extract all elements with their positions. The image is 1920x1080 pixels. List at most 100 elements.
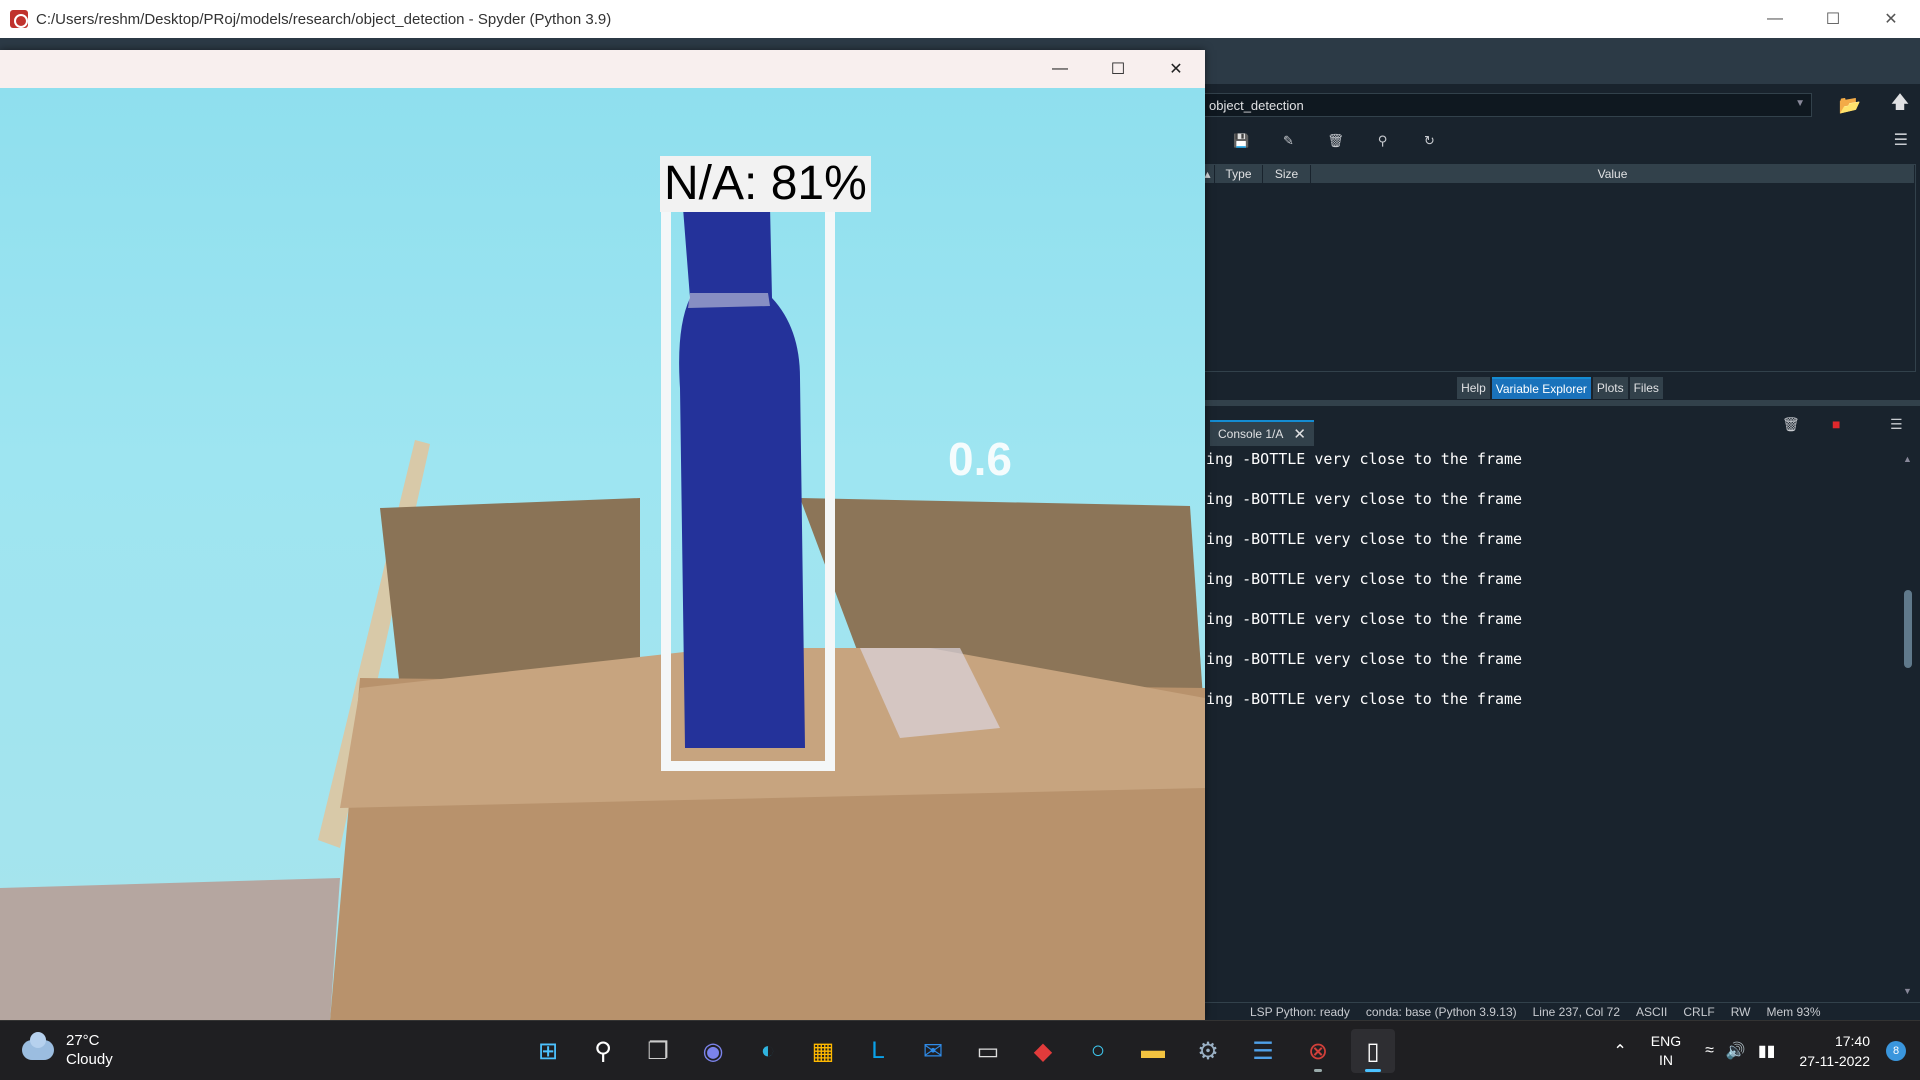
language-indicator[interactable]: ENG IN xyxy=(1651,1032,1681,1070)
save-data-icon[interactable]: 💾 xyxy=(1218,129,1265,153)
running-indicator xyxy=(1314,1069,1322,1072)
close-console-icon[interactable]: ✕ xyxy=(1293,425,1306,443)
taskbar-app-chat[interactable]: ◉ xyxy=(691,1029,735,1073)
running-indicator xyxy=(1365,1069,1381,1072)
close-icon[interactable]: ✕ xyxy=(1147,50,1205,88)
taskbar: 27°C Cloudy ⊞ ⚲ ❐ ◉ ◐ ▦ L ✉ ▭ ◆ ○ ▬ ⚙ ☰ ⊗ ▯ ⌃ ENG IN ≈ … xyxy=(0,1020,1920,1080)
file-explorer-icon: ▬ xyxy=(1141,1037,1165,1064)
console-tab[interactable]: Console 1/A ✕ xyxy=(1210,420,1314,446)
detection-window-controls: — ☐ ✕ xyxy=(1031,50,1205,88)
camera-scene xyxy=(0,187,1205,1020)
floor xyxy=(0,878,340,1020)
camera-feed: N/A: 81% 0.6 xyxy=(0,88,1205,1020)
tab-files[interactable]: Files xyxy=(1629,377,1663,399)
taskbar-app-cortana[interactable]: ○ xyxy=(1076,1029,1120,1073)
search-icon: ⚲ xyxy=(594,1037,612,1065)
taskbar-app-store[interactable]: ▦ xyxy=(801,1029,845,1073)
scroll-up-icon[interactable]: ▲ xyxy=(1903,454,1912,464)
variable-table[interactable]: ▴ Type Size Value xyxy=(1200,164,1916,372)
column-value[interactable]: Value xyxy=(1311,165,1915,183)
stop-icon[interactable]: ■ xyxy=(1832,416,1840,432)
clear-console-icon[interactable]: 🗑 xyxy=(1782,416,1800,433)
notification-badge[interactable]: 8 xyxy=(1886,1041,1906,1061)
taskbar-app-mcafee[interactable]: ◆ xyxy=(1021,1029,1065,1073)
taskbar-app-task-view[interactable]: ❐ xyxy=(636,1029,680,1073)
spyder-icon: ⊗ xyxy=(1307,1037,1329,1065)
console-line: ing -BOTTLE very close to the frame xyxy=(1206,530,1523,548)
tab-plots[interactable]: Plots xyxy=(1592,377,1628,399)
taskbar-app-spyder[interactable]: ⊗ xyxy=(1296,1029,1340,1073)
variable-explorer-toolbar: 💾 ✎ 🗑 ⚲ ↻ ☰ xyxy=(1200,126,1920,156)
variable-table-header: ▴ Type Size Value xyxy=(1201,165,1915,183)
files-path-bar: object_detection ▼ 📂 🡅 xyxy=(1200,84,1920,126)
console-scrollbar[interactable]: ▲ ▼ xyxy=(1900,450,1916,1002)
bottle xyxy=(679,206,805,748)
taskbar-app-terminal[interactable]: ▭ xyxy=(966,1029,1010,1073)
spyder-window-title: C:/Users/reshm/Desktop/PRoj/models/resea… xyxy=(36,10,612,28)
console-line: ing -BOTTLE very close to the frame xyxy=(1206,450,1523,468)
chevron-down-icon[interactable]: ▼ xyxy=(1795,98,1805,109)
l-app-icon: L xyxy=(871,1037,885,1064)
remove-all-icon[interactable]: 🗑 xyxy=(1312,129,1359,153)
console-line: ing -BOTTLE very close to the frame xyxy=(1206,610,1523,628)
taskbar-app-start[interactable]: ⊞ xyxy=(526,1029,570,1073)
search-icon[interactable]: ⚲ xyxy=(1359,129,1406,153)
box-flap-left xyxy=(380,498,640,688)
taskbar-apps: ⊞ ⚲ ❐ ◉ ◐ ▦ L ✉ ▭ ◆ ○ ▬ ⚙ ☰ ⊗ ▯ xyxy=(526,1029,1406,1073)
status-bar: LSP Python: ready conda: base (Python 3.… xyxy=(1200,1002,1920,1020)
document-icon: ▯ xyxy=(1366,1037,1380,1065)
taskbar-app-search[interactable]: ⚲ xyxy=(581,1029,625,1073)
console-options-icon[interactable]: ☰ xyxy=(1890,416,1903,433)
weather-widget[interactable]: 27°C Cloudy xyxy=(22,1031,113,1069)
mcafee-icon: ◆ xyxy=(1033,1037,1053,1065)
lsp-status: LSP Python: ready xyxy=(1250,1004,1350,1019)
column-type[interactable]: Type xyxy=(1215,165,1263,183)
bottle-band xyxy=(688,293,770,308)
taskbar-app-settings[interactable]: ⚙ xyxy=(1186,1029,1230,1073)
taskbar-app-document[interactable]: ▯ xyxy=(1351,1029,1395,1073)
taskbar-app-file-explorer[interactable]: ▬ xyxy=(1131,1029,1175,1073)
minimize-icon[interactable]: — xyxy=(1746,0,1804,38)
refresh-icon[interactable]: ↻ xyxy=(1406,129,1453,153)
taskbar-app-edge[interactable]: ◐ xyxy=(746,1029,790,1073)
save-as-icon[interactable]: ✎ xyxy=(1265,129,1312,153)
taskbar-app-l-app[interactable]: L xyxy=(856,1029,900,1073)
tray-overflow-icon[interactable]: ⌃ xyxy=(1613,1041,1626,1061)
maximize-icon[interactable]: ☐ xyxy=(1089,50,1147,88)
taskbar-app-notepad[interactable]: ☰ xyxy=(1241,1029,1285,1073)
column-size[interactable]: Size xyxy=(1263,165,1311,183)
tab-help[interactable]: Help xyxy=(1457,377,1490,399)
cortana-icon: ○ xyxy=(1090,1037,1106,1064)
cursor-position: Line 237, Col 72 xyxy=(1532,1004,1621,1019)
taskbar-app-mail[interactable]: ✉ xyxy=(911,1029,955,1073)
options-menu-icon[interactable]: ☰ xyxy=(1894,130,1908,150)
memory-status: Mem 93% xyxy=(1766,1004,1821,1019)
minimize-icon[interactable]: — xyxy=(1031,50,1089,88)
console-line: ing -BOTTLE very close to the frame xyxy=(1206,490,1523,508)
tab-variable-explorer[interactable]: Variable Explorer xyxy=(1491,377,1591,399)
open-folder-icon[interactable]: 📂 xyxy=(1830,90,1870,120)
console-line: ing -BOTTLE very close to the frame xyxy=(1206,650,1523,668)
wifi-icon[interactable]: ≈ xyxy=(1705,1042,1714,1060)
clock-time: 17:40 xyxy=(1834,1033,1870,1049)
close-icon[interactable]: ✕ xyxy=(1862,0,1920,38)
parent-directory-icon[interactable]: 🡅 xyxy=(1880,90,1920,120)
volume-icon[interactable]: 🔊 xyxy=(1726,1041,1746,1061)
console-line: ing -BOTTLE very close to the frame xyxy=(1206,690,1523,708)
detection-label: N/A: 81% xyxy=(660,156,871,212)
path-combobox[interactable]: object_detection ▼ xyxy=(1204,93,1812,117)
console-output[interactable]: ing -BOTTLE very close to the frame ing … xyxy=(1200,450,1900,1002)
pane-tabs: Help Variable Explorer Plots Files xyxy=(1200,376,1920,400)
console-line: ing -BOTTLE very close to the frame xyxy=(1206,570,1523,588)
detection-title-bar[interactable]: — ☐ ✕ xyxy=(0,50,1205,88)
spyder-window-controls: — ☐ ✕ xyxy=(1746,0,1920,38)
scroll-down-icon[interactable]: ▼ xyxy=(1903,986,1912,996)
battery-icon[interactable]: ▮▮ xyxy=(1758,1041,1776,1061)
object-detection-window[interactable]: — ☐ ✕ N/A: 81% 0.6 xyxy=(0,50,1205,1020)
store-icon: ▦ xyxy=(811,1037,835,1065)
clock[interactable]: 17:40 27-11-2022 xyxy=(1799,1031,1870,1071)
scroll-thumb[interactable] xyxy=(1904,590,1912,668)
notepad-icon: ☰ xyxy=(1252,1037,1274,1065)
lang-top: ENG xyxy=(1650,1033,1682,1049)
maximize-icon[interactable]: ☐ xyxy=(1804,0,1862,38)
